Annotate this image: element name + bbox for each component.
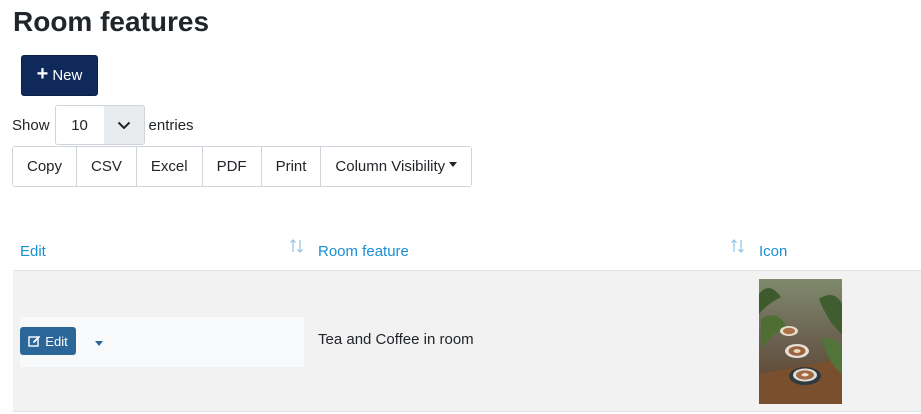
plus-icon: + (36, 63, 49, 85)
new-button-label: New (52, 66, 83, 84)
page-length-select[interactable]: 10 (54, 105, 145, 145)
caret-down-icon[interactable] (94, 339, 104, 347)
copy-button[interactable]: Copy (13, 147, 78, 186)
coffee-cups-photo (759, 279, 842, 404)
entries-label: entries (148, 116, 194, 134)
page-length-value: 10 (55, 106, 104, 144)
sort-icon[interactable] (730, 238, 745, 259)
table-header: Edit Room feature Icon (13, 232, 921, 271)
table-row: Edit Tea and Coffee in room (13, 271, 921, 412)
caret-down-icon (449, 162, 458, 167)
column-header-room-feature[interactable]: Room feature (318, 232, 409, 270)
csv-button[interactable]: CSV (77, 147, 137, 186)
edit-button[interactable]: Edit (20, 327, 76, 355)
print-button[interactable]: Print (261, 147, 322, 186)
show-label: Show (12, 116, 50, 134)
column-header-icon[interactable]: Icon (759, 232, 787, 270)
column-visibility-label: Column Visibility (335, 158, 446, 175)
column-visibility-button[interactable]: Column Visibility (321, 147, 472, 186)
chevron-down-icon (103, 106, 144, 144)
edit-icon (28, 335, 41, 347)
pdf-button[interactable]: PDF (202, 147, 262, 186)
edit-cell: Edit (20, 317, 304, 367)
sort-icon[interactable] (289, 238, 304, 259)
excel-button[interactable]: Excel (136, 147, 203, 186)
column-header-edit[interactable]: Edit (20, 232, 46, 270)
export-button-group: Copy CSV Excel PDF Print Column Visibili… (12, 146, 473, 187)
room-feature-cell: Tea and Coffee in room (318, 331, 474, 348)
page-length-control: Show 10 entries (12, 105, 194, 145)
page-title: Room features (13, 6, 210, 37)
edit-button-label: Edit (45, 333, 68, 349)
new-button[interactable]: + New (21, 55, 98, 96)
